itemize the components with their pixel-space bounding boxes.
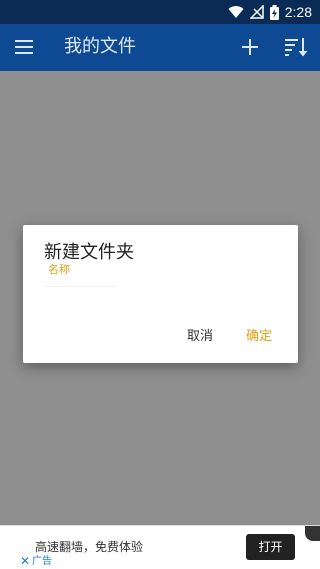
- ad-tag: 广告: [32, 556, 52, 567]
- app-bar: 我的文件: [0, 24, 320, 71]
- signal-off-icon: [249, 5, 264, 19]
- status-time: 2:28: [284, 4, 312, 20]
- cancel-button[interactable]: 取消: [187, 328, 213, 346]
- wifi-icon: [228, 6, 244, 19]
- confirm-button[interactable]: 确定: [246, 328, 272, 346]
- name-field-label: 名称: [48, 263, 70, 276]
- menu-icon[interactable]: [14, 37, 36, 57]
- page-title: 我的文件: [64, 36, 136, 57]
- close-icon[interactable]: ✕: [20, 555, 30, 567]
- sort-icon[interactable]: [283, 35, 309, 59]
- status-bar: 2:28: [0, 0, 320, 24]
- new-folder-dialog: 新建文件夹 名称 取消 确定: [23, 225, 298, 363]
- ad-banner[interactable]: 高速翻墙，免费体验 打开 ✕ 广告: [0, 525, 320, 569]
- status-icons: 2:28: [228, 3, 312, 21]
- ad-corner-badge: [305, 526, 320, 541]
- ad-open-button[interactable]: 打开: [246, 534, 295, 560]
- folder-name-input[interactable]: [46, 277, 116, 287]
- add-icon[interactable]: [238, 35, 262, 59]
- battery-charging-icon: [269, 4, 279, 20]
- dialog-title: 新建文件夹: [44, 242, 134, 263]
- ad-text: 高速翻墙，免费体验: [35, 540, 144, 554]
